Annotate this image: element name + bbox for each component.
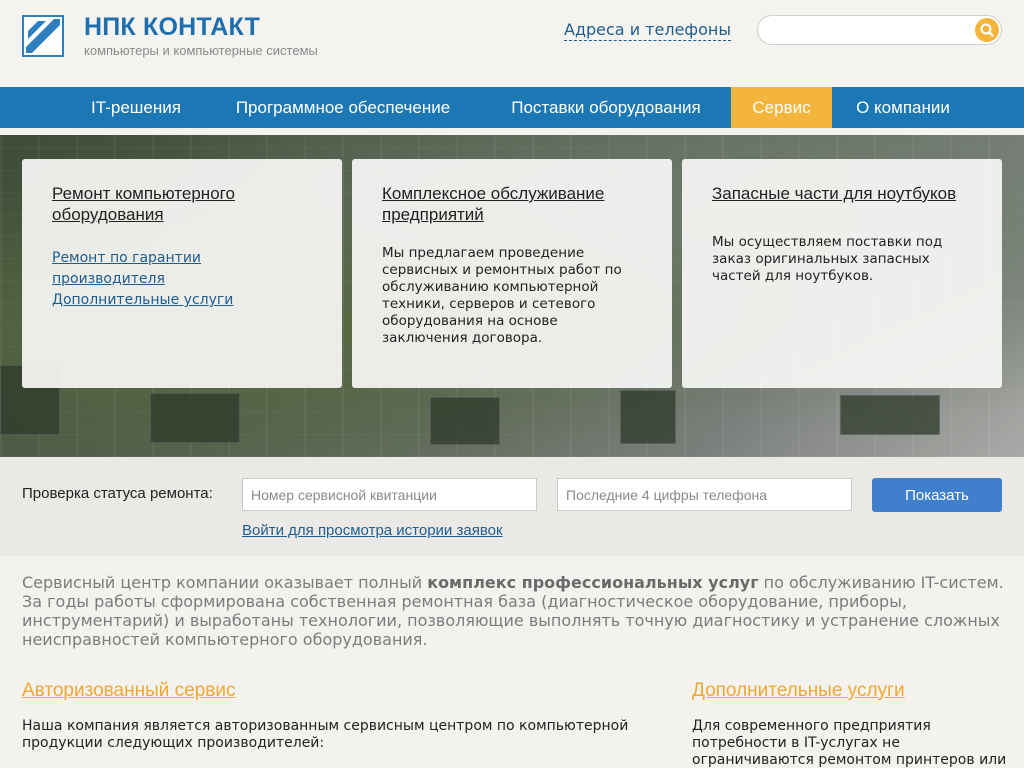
authorized-service-text: Наша компания является авторизованным се… [22, 718, 629, 751]
card-text: Мы предлагаем проведение сервисных и рем… [382, 245, 622, 346]
extra-services-title[interactable]: Дополнительные услуги [692, 680, 905, 702]
show-button[interactable]: Показать [872, 478, 1002, 512]
nav-item-service[interactable]: Сервис [731, 87, 832, 128]
hero-banner: Ремонт компьютерного оборудования Ремонт… [0, 135, 1024, 457]
warranty-repair-link[interactable]: Ремонт по гарантии производителя [52, 248, 312, 290]
repair-status-label: Проверка статуса ремонта: [22, 485, 213, 502]
company-logo[interactable]: КОНТАКТ [22, 15, 64, 57]
site-header: КОНТАКТ НПК КОНТАКТ компьютеры и компьют… [0, 0, 1024, 87]
nav-item-about[interactable]: О компании [838, 87, 968, 128]
main-nav: IT-решения Программное обеспечение Поста… [0, 87, 1024, 128]
intro-text: Сервисный центр компании оказывает полны… [22, 573, 1007, 649]
banner-decor [840, 395, 940, 435]
brand-title[interactable]: НПК КОНТАКТ [84, 13, 260, 42]
extra-services-text: Для современного предприятия потребности… [692, 718, 1007, 768]
nav-item-software[interactable]: Программное обеспечение [210, 87, 476, 128]
banner-decor [430, 397, 500, 445]
card-enterprise-service: Комплексное обслуживание предприятий Мы … [352, 159, 672, 388]
card-computer-repair: Ремонт компьютерного оборудования Ремонт… [22, 159, 342, 388]
banner-decor [620, 390, 676, 444]
contacts-link[interactable]: Адреса и телефоны [564, 20, 731, 41]
repair-status-form: Проверка статуса ремонта: Показать Войти… [0, 457, 1024, 556]
brand-subtitle: компьютеры и компьютерные системы [84, 43, 318, 58]
receipt-number-input[interactable] [242, 478, 537, 511]
card-title[interactable]: Комплексное обслуживание предприятий [382, 183, 642, 225]
authorized-service-title[interactable]: Авторизованный сервис [22, 680, 235, 702]
nav-item-it-solutions[interactable]: IT-решения [72, 87, 200, 128]
card-title[interactable]: Ремонт компьютерного оборудования [52, 183, 312, 225]
search-input[interactable] [757, 15, 1002, 45]
card-text: Мы осуществляем поставки под заказ ориги… [712, 234, 943, 284]
nav-item-equipment[interactable]: Поставки оборудования [486, 87, 726, 128]
intro-text-bold: комплекс профессиональных услуг [427, 573, 759, 592]
search-icon [980, 23, 994, 37]
history-login-link[interactable]: Войти для просмотра истории заявок [242, 522, 503, 539]
card-links: Ремонт по гарантии производителя Дополни… [52, 248, 312, 311]
search-button[interactable] [975, 18, 999, 42]
banner-decor [150, 393, 240, 443]
phone-digits-input[interactable] [557, 478, 852, 511]
extra-services-link[interactable]: Дополнительные услуги [52, 290, 312, 311]
logo-icon: КОНТАКТ [26, 19, 62, 55]
card-laptop-parts: Запасные части для ноутбуков Мы осуществ… [682, 159, 1002, 388]
card-title[interactable]: Запасные части для ноутбуков [712, 183, 972, 204]
intro-text-start: Сервисный центр компании оказывает полны… [22, 573, 428, 592]
